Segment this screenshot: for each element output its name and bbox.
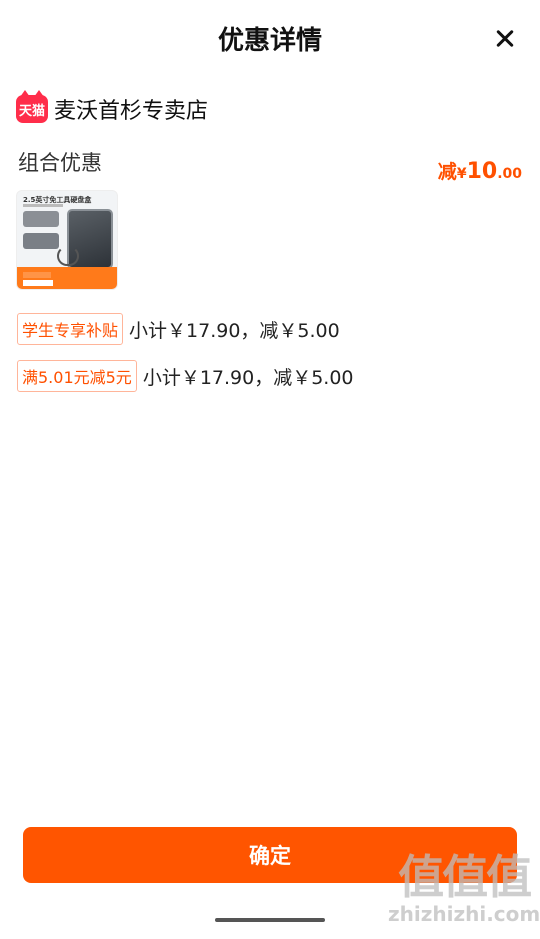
discount-decimal: .00: [497, 166, 522, 182]
watermark-url: zhizhizhi.com: [388, 902, 540, 926]
promo-row-student: 学生专享补贴 小计￥17.90，减￥5.00: [17, 313, 340, 345]
home-indicator[interactable]: [215, 918, 325, 922]
discount-total: 减 ¥ 10 .00: [438, 157, 522, 184]
store-name: 麦沃首杉专卖店: [54, 99, 209, 124]
promo-tag: 学生专享补贴: [17, 313, 124, 345]
discount-currency: ¥: [456, 166, 467, 182]
page-title: 优惠详情: [217, 26, 322, 56]
thumbnail-subtitle-line: [23, 204, 63, 207]
tmall-icon: 天猫: [16, 90, 48, 123]
promo-subtotal: 小计￥17.90，减￥5.00: [142, 366, 354, 389]
cable-image: [57, 246, 79, 266]
discount-prefix: 减: [437, 161, 457, 183]
thumbnail-band-chip: [23, 272, 51, 278]
promo-tag: 满5.01元减5元: [17, 360, 137, 392]
section-title: 组合优惠: [18, 151, 102, 175]
thumbnail-detail-image: [23, 211, 59, 227]
promo-row-threshold: 满5.01元减5元 小计￥17.90，减￥5.00: [17, 360, 354, 392]
thumbnail-detail-image: [23, 233, 59, 249]
close-icon[interactable]: [490, 24, 520, 54]
header: 优惠详情: [0, 0, 540, 80]
discount-integer: 10: [466, 159, 498, 184]
confirm-button[interactable]: 确定: [23, 827, 517, 883]
store-row[interactable]: 天猫 麦沃首杉专卖店: [16, 90, 209, 126]
promo-subtotal: 小计￥17.90，减￥5.00: [129, 319, 340, 342]
discount-detail-sheet: 优惠详情 天猫 麦沃首杉专卖店 组合优惠 减 ¥ 10 .00 2.5英寸免工具…: [0, 0, 540, 939]
thumbnail-band-chip: [23, 280, 53, 286]
product-thumbnail[interactable]: 2.5英寸免工具硬盘盒: [16, 190, 118, 290]
tmall-badge-text: 天猫: [18, 103, 45, 119]
